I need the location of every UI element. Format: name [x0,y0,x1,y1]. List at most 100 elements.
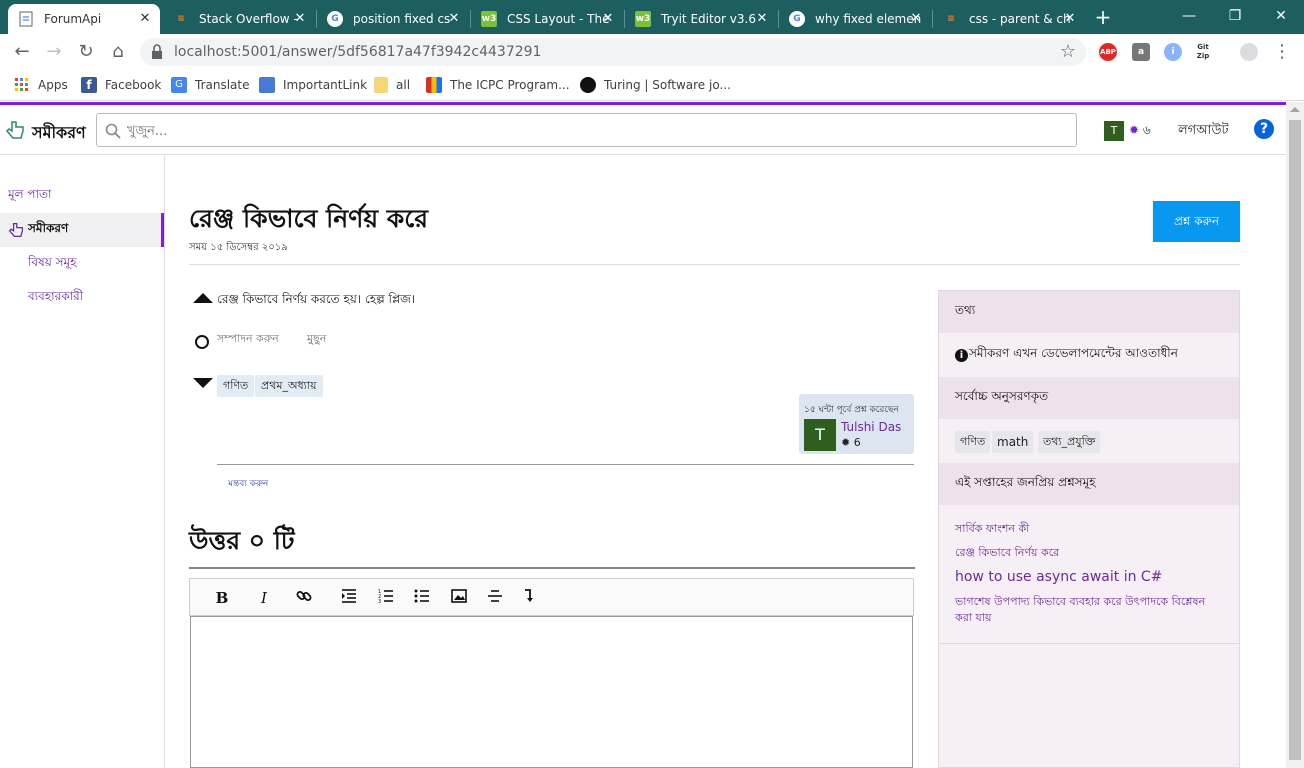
nav-topics[interactable]: বিষয় সমূহ [0,247,164,281]
horizontal-rule-icon[interactable] [485,588,505,608]
edit-link[interactable]: সম্পাদন করুন [217,330,279,349]
scrollbar-thumb[interactable] [1289,120,1301,760]
nav-home[interactable]: মূল পাতা [0,179,164,213]
tab-css-parent[interactable]: ≡ css - parent & ch ✕ [933,4,1085,34]
app-logo[interactable]: সমীকরণ [32,120,86,147]
tag-chapter-one[interactable]: প্রথম_অধ্যায় [255,375,323,397]
close-icon[interactable]: ✕ [599,10,617,28]
help-icon[interactable]: ? [1254,119,1274,139]
profile-avatar-icon[interactable] [1240,43,1258,61]
bookmark-star-icon[interactable]: ☆ [1060,41,1076,62]
a-extension-icon[interactable]: a [1132,43,1150,61]
close-icon[interactable]: ✕ [753,10,771,28]
tab-tryit-editor[interactable]: w3 Tryit Editor v3.6 ✕ [625,4,777,34]
new-tab-button[interactable]: + [1092,6,1114,28]
popular-link[interactable]: ভাগশেষ উপপাদ্য কিভাবে ব্যবহার করে উৎপাদক… [955,594,1215,626]
page-icon [18,11,34,27]
bookmark-importantlink[interactable]: ImportantLink [259,76,367,94]
w3schools-icon: w3 [481,11,497,27]
divider [189,567,915,569]
user-avatar[interactable]: T [1104,121,1124,141]
document-icon [259,77,275,93]
editor-toolbar: B I 123 [189,578,914,616]
bookmark-apps[interactable]: Apps [14,76,68,94]
italic-icon[interactable]: I [254,588,274,608]
home-icon[interactable]: ⌂ [106,40,130,64]
question-title: রেঞ্জ কিভাবে নির্ণয় করে [189,204,429,233]
owner-reputation: ✹ 6 [841,436,861,449]
bookmark-translate[interactable]: G Translate [171,76,250,94]
bullet-list-icon[interactable] [412,588,432,608]
owner-avatar[interactable]: T [804,419,836,451]
svg-text:3: 3 [378,599,381,603]
downvote-arrow-icon[interactable] [193,378,213,388]
info-header: তথ্য [939,291,1239,333]
info-extension-icon[interactable]: i [1164,43,1182,61]
google-icon: G [327,11,343,27]
popular-link[interactable]: সার্বিক ফাংশন কী [955,521,1215,537]
close-icon[interactable]: ✕ [1061,10,1079,28]
adblock-icon[interactable]: ABP [1099,43,1117,61]
bookmark-facebook[interactable]: f Facebook [81,76,161,94]
close-icon[interactable]: ✕ [136,10,154,28]
tab-stackoverflow[interactable]: ≡ Stack Overflow - ✕ [163,4,315,34]
upvote-arrow-icon[interactable] [193,293,213,303]
owner-name[interactable]: Tulshi Das [841,420,901,434]
followed-tag-math-bn[interactable]: গণিত [955,431,991,453]
restore-button[interactable]: ❐ [1212,4,1258,28]
followed-header: সর্বোচ্চ অনুসরণকৃত [939,377,1239,419]
address-bar[interactable]: localhost:5001/answer/5df56817a47f3942c4… [140,38,1086,66]
bold-icon[interactable]: B [212,588,232,608]
indent-icon[interactable] [339,588,359,608]
search-box[interactable] [96,113,1077,147]
question-date: সময় ১৫ ডিসেম্বর ২০১৯ [189,242,288,253]
divider [939,643,1239,644]
badge-icon: ✹ [1129,123,1140,137]
tag-math[interactable]: গণিত [217,375,255,397]
apps-grid-icon [15,78,28,91]
minimize-button[interactable]: — [1166,4,1212,28]
line-break-icon[interactable] [518,588,538,608]
popular-link[interactable]: how to use async await in C# [955,568,1215,586]
user-reputation: ✹ ৬ [1129,123,1151,137]
scroll-up-arrow-icon[interactable] [1290,107,1300,112]
logout-link[interactable]: লগআউট [1178,121,1229,142]
tab-forumapi[interactable]: ForumApi ✕ [8,4,160,34]
gitzip-icon[interactable]: Git Zip [1194,43,1212,61]
delete-link[interactable]: মুছুন [307,330,326,349]
popular-link[interactable]: রেঞ্জ কিভাবে নির্ণয় করে [955,545,1215,561]
search-input[interactable] [127,121,1027,141]
close-icon[interactable]: ✕ [907,10,925,28]
menu-icon[interactable]: ⋮ [1270,40,1294,64]
info-notice: i সমীকরণ এখন ডেভেলাপমেন্টের আওতাধীন [939,335,1239,375]
ordered-list-icon[interactable]: 123 [376,588,396,608]
browser-toolbar: ← → ↻ ⌂ localhost:5001/answer/5df56817a4… [0,34,1304,70]
tab-google-position[interactable]: G position fixed cs ✕ [317,4,469,34]
close-icon[interactable]: ✕ [445,10,463,28]
followed-tag-ict[interactable]: তথ্য_প্রযুক্তি [1038,431,1101,453]
window-close-button[interactable]: ✕ [1258,4,1304,28]
link-icon[interactable] [294,588,314,608]
back-icon[interactable]: ← [10,40,34,64]
nav-somikoron[interactable]: সমীকরণ [0,213,164,247]
bookmark-icpc[interactable]: The ICPC Program... [426,76,570,94]
close-icon[interactable]: ✕ [291,10,309,28]
forward-icon[interactable]: → [42,40,66,64]
ask-question-button[interactable]: প্রশ্ন করুন [1153,201,1240,242]
google-icon: G [789,11,805,27]
reload-icon[interactable]: ↻ [74,40,98,64]
add-comment-link[interactable]: মন্তব্য করুন [228,476,268,491]
info-circle-icon: i [955,348,968,362]
followed-tag-math[interactable]: math [992,431,1034,453]
answer-editor[interactable] [190,616,913,768]
bookmark-all[interactable]: all [374,76,410,94]
stackoverflow-icon: ≡ [177,14,185,24]
tab-google-fixed[interactable]: G why fixed elemen ✕ [779,4,931,34]
nav-users[interactable]: ব্যবহারকারী [0,281,164,315]
browser-tab-strip: ForumApi ✕ ≡ Stack Overflow - ✕ G positi… [0,0,1304,34]
search-icon [105,123,121,139]
bookmark-turing[interactable]: Turing | Software jo... [580,76,731,94]
divider [217,464,914,465]
image-icon[interactable] [449,588,469,608]
tab-css-layout[interactable]: w3 CSS Layout - The ✕ [471,4,623,34]
